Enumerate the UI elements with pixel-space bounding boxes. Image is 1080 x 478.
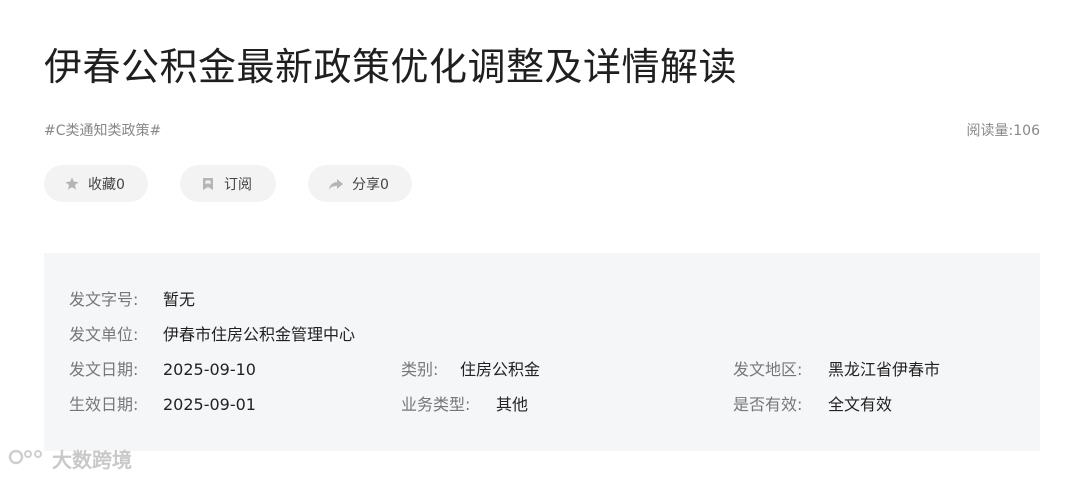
- read-count: 阅读量:106: [966, 123, 1040, 139]
- category-value: 住房公积金: [460, 360, 541, 379]
- collect-button[interactable]: 收藏0: [44, 165, 148, 202]
- issue-date-cell: 发文日期: 2025-09-10: [69, 359, 256, 381]
- business-type-cell: 业务类型: 其他: [401, 394, 528, 416]
- effective-date-cell: 生效日期: 2025-09-01: [69, 394, 256, 416]
- doc-number-row: 发文字号: 暂无: [69, 289, 195, 311]
- issue-date-label: 发文日期:: [69, 360, 139, 379]
- bookmark-icon: [200, 176, 216, 192]
- valid-label: 是否有效:: [733, 395, 803, 414]
- region-label: 发文地区:: [733, 360, 803, 379]
- effective-date-value: 2025-09-01: [163, 395, 256, 414]
- valid-cell: 是否有效: 全文有效: [733, 394, 892, 416]
- region-cell: 发文地区: 黑龙江省伊春市: [733, 359, 940, 381]
- collect-label: 收藏0: [88, 176, 125, 193]
- business-type-label: 业务类型:: [401, 395, 471, 414]
- category-label: 类别:: [401, 360, 439, 379]
- doc-number-value: 暂无: [163, 290, 196, 309]
- subscribe-label: 订阅: [224, 176, 252, 193]
- page-title: 伊春公积金最新政策优化调整及详情解读: [44, 45, 738, 89]
- share-button[interactable]: 分享0: [308, 165, 412, 202]
- effective-date-label: 生效日期:: [69, 395, 139, 414]
- category-cell: 类别: 住房公积金: [401, 359, 540, 381]
- issue-date-value: 2025-09-10: [163, 360, 256, 379]
- subscribe-button[interactable]: 订阅: [180, 165, 276, 202]
- region-value: 黑龙江省伊春市: [828, 360, 941, 379]
- issuer-value: 伊春市住房公积金管理中心: [163, 325, 356, 344]
- watermark-logo-icon: [8, 445, 48, 472]
- policy-info-panel: 发文字号: 暂无 发文单位: 伊春市住房公积金管理中心 发文日期: 2025-09-1…: [44, 253, 1040, 451]
- business-type-value: 其他: [496, 395, 529, 414]
- watermark: 大数跨境: [8, 444, 132, 473]
- doc-number-label: 发文字号:: [69, 290, 139, 309]
- valid-value: 全文有效: [828, 395, 893, 414]
- issuer-row: 发文单位: 伊春市住房公积金管理中心: [69, 324, 355, 346]
- issuer-label: 发文单位:: [69, 325, 139, 344]
- policy-tag[interactable]: #C类通知类政策#: [44, 120, 161, 140]
- share-label: 分享0: [352, 176, 389, 193]
- watermark-text: 大数跨境: [52, 448, 132, 472]
- star-icon: [64, 176, 80, 192]
- share-arrow-icon: [328, 176, 344, 192]
- action-bar: 收藏0 订阅 分享0: [44, 165, 412, 202]
